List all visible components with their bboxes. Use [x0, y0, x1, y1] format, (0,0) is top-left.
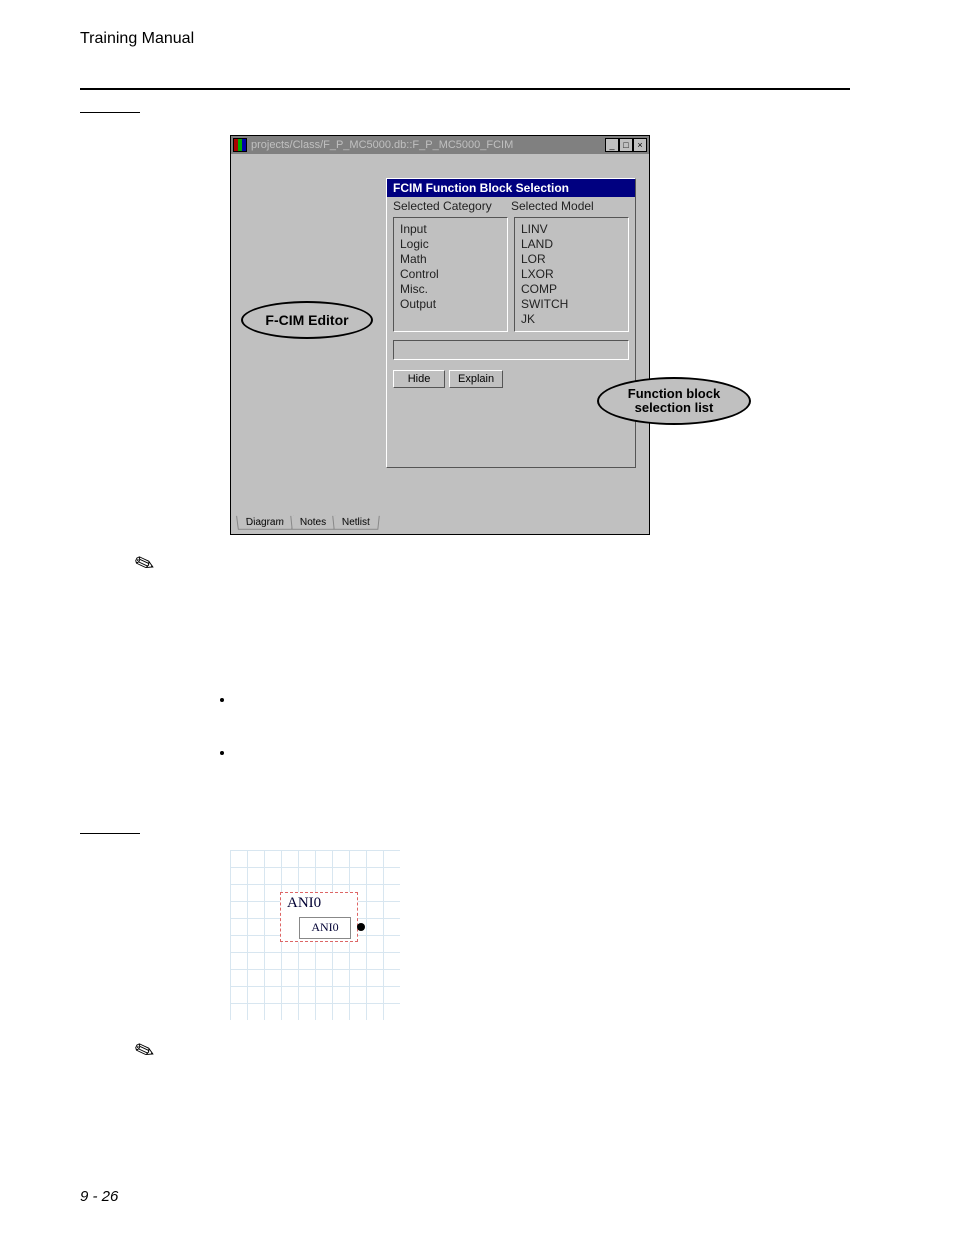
anio-block: ANI0 ANI0: [280, 892, 358, 942]
page-number: 9 - 26: [80, 1188, 118, 1205]
output-pin-icon: [357, 923, 365, 931]
grid-figure: ANI0 ANI0: [230, 850, 400, 1020]
pencil-icon: ✎: [132, 1037, 159, 1066]
list-item[interactable]: Control: [400, 267, 501, 282]
function-block-dialog: FCIM Function Block Selection Selected C…: [386, 178, 636, 468]
hide-button[interactable]: Hide: [393, 370, 445, 388]
list-item[interactable]: LINV: [521, 222, 622, 237]
list-item[interactable]: Input: [400, 222, 501, 237]
list-item[interactable]: LXOR: [521, 267, 622, 282]
list-item[interactable]: Math: [400, 252, 501, 267]
list-item[interactable]: LOR: [521, 252, 622, 267]
tab-netlist[interactable]: Netlist: [332, 516, 379, 530]
column-category-label: Selected Category: [393, 199, 511, 213]
side-rule-2: [80, 833, 140, 834]
tab-notes[interactable]: Notes: [290, 516, 336, 530]
minimize-button[interactable]: _: [605, 138, 619, 152]
top-rule: [80, 88, 850, 90]
tab-diagram[interactable]: Diagram: [236, 516, 294, 530]
annotation-fcim-editor: F-CIM Editor: [241, 301, 373, 339]
editor-window: projects/Class/F_P_MC5000.db::F_P_MC5000…: [230, 135, 650, 535]
pencil-icon: ✎: [132, 550, 159, 579]
list-item[interactable]: SWITCH: [521, 297, 622, 312]
note-text-1: [230, 555, 790, 585]
page-header: Training Manual: [80, 30, 884, 48]
list-item[interactable]: Output: [400, 297, 501, 312]
annotation-function-block-list: Function block selection list: [597, 377, 751, 425]
list-item[interactable]: JK: [521, 312, 622, 327]
model-listbox[interactable]: LINV LAND LOR LXOR COMP SWITCH JK: [514, 217, 629, 332]
list-item[interactable]: LAND: [521, 237, 622, 252]
bullet-list: [215, 690, 795, 762]
editor-tabs: Diagram Notes Netlist: [237, 516, 377, 530]
window-title: projects/Class/F_P_MC5000.db::F_P_MC5000…: [251, 139, 513, 151]
dialog-title: FCIM Function Block Selection: [387, 179, 635, 197]
column-model-label: Selected Model: [511, 199, 629, 213]
category-listbox[interactable]: Input Logic Math Control Misc. Output: [393, 217, 508, 332]
list-item[interactable]: Misc.: [400, 282, 501, 297]
close-button[interactable]: ×: [633, 138, 647, 152]
app-icon: [233, 138, 247, 152]
list-item: [235, 743, 795, 762]
dialog-status-box: [393, 340, 629, 360]
explain-button[interactable]: Explain: [449, 370, 503, 388]
note-text-2: [230, 1042, 790, 1072]
window-titlebar: projects/Class/F_P_MC5000.db::F_P_MC5000…: [231, 136, 649, 154]
side-rule-1: [80, 112, 140, 113]
anio-inner-label: ANI0: [299, 917, 351, 939]
list-item[interactable]: Logic: [400, 237, 501, 252]
list-item: [235, 690, 795, 709]
maximize-button[interactable]: □: [619, 138, 633, 152]
list-item[interactable]: COMP: [521, 282, 622, 297]
anio-outer-label: ANI0: [287, 895, 321, 912]
